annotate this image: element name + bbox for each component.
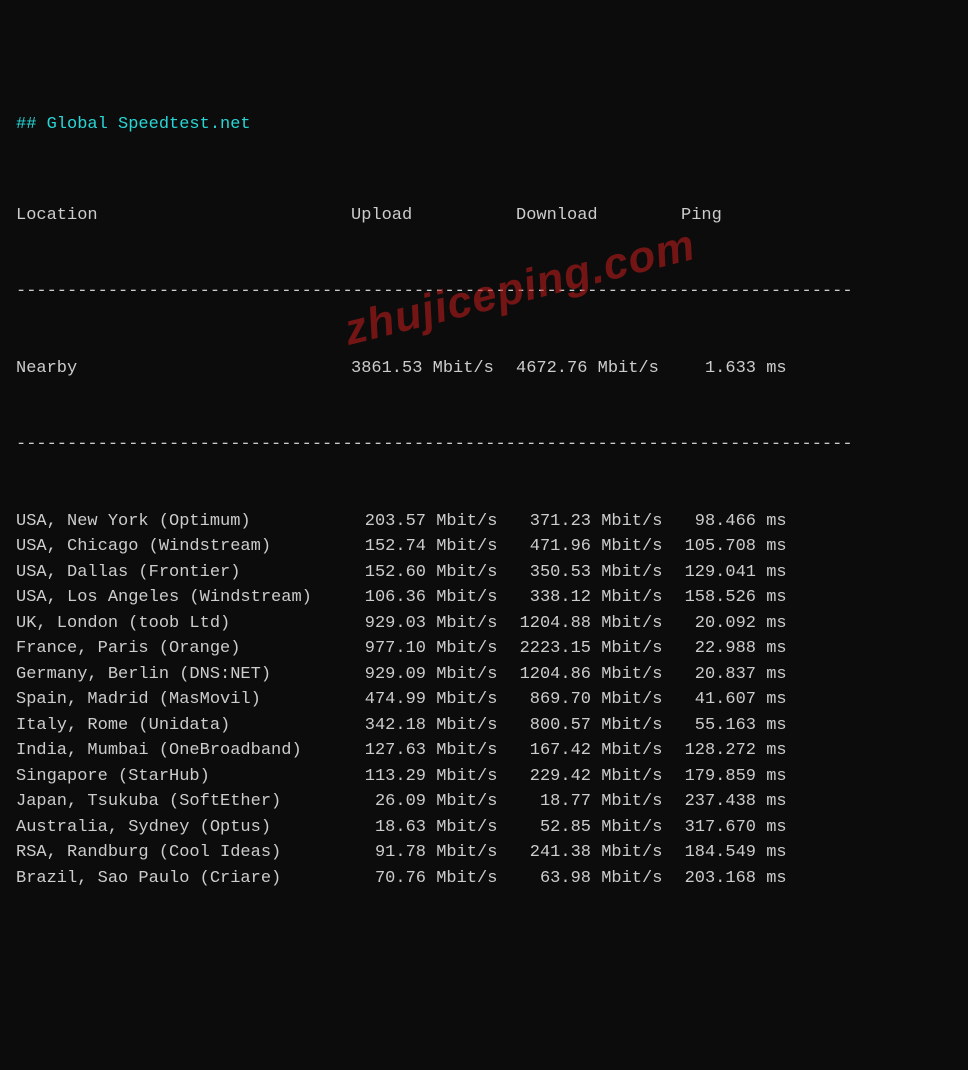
cell-ping: 41.607 ms (681, 687, 787, 713)
cell-upload: 152.74 Mbit/s (351, 534, 516, 560)
cell-download: 800.57 Mbit/s (516, 713, 681, 739)
cell-download: 18.77 Mbit/s (516, 789, 681, 815)
cell-upload: 127.63 Mbit/s (351, 738, 516, 764)
cell-upload: 91.78 Mbit/s (351, 840, 516, 866)
table-row: Australia, Sydney (Optus)18.63 Mbit/s52.… (16, 815, 952, 841)
cell-upload: 474.99 Mbit/s (351, 687, 516, 713)
cell-upload: 929.03 Mbit/s (351, 611, 516, 637)
nearby-ping: 1.633 ms (681, 356, 787, 382)
cell-location: Australia, Sydney (Optus) (16, 815, 351, 841)
cell-download: 371.23 Mbit/s (516, 509, 681, 535)
table-row: Spain, Madrid (MasMovil)474.99 Mbit/s869… (16, 687, 952, 713)
cell-ping: 128.272 ms (681, 738, 787, 764)
cell-download: 1204.86 Mbit/s (516, 662, 681, 688)
cell-ping: 98.466 ms (681, 509, 787, 535)
divider: ----------------------------------------… (16, 432, 952, 458)
header-row: Location Upload Download Ping (16, 203, 952, 229)
cell-ping: 179.859 ms (681, 764, 787, 790)
table-row: Japan, Tsukuba (SoftEther)26.09 Mbit/s18… (16, 789, 952, 815)
nearby-row: Nearby 3861.53 Mbit/s 4672.76 Mbit/s 1.6… (16, 356, 952, 382)
table-row: Italy, Rome (Unidata)342.18 Mbit/s800.57… (16, 713, 952, 739)
cell-download: 52.85 Mbit/s (516, 815, 681, 841)
cell-download: 229.42 Mbit/s (516, 764, 681, 790)
cell-download: 63.98 Mbit/s (516, 866, 681, 892)
table-row: UK, London (toob Ltd)929.03 Mbit/s1204.8… (16, 611, 952, 637)
cell-location: USA, Chicago (Windstream) (16, 534, 351, 560)
cell-location: UK, London (toob Ltd) (16, 611, 351, 637)
cell-ping: 20.837 ms (681, 662, 787, 688)
page-title: ## Global Speedtest.net (16, 112, 952, 138)
cell-upload: 18.63 Mbit/s (351, 815, 516, 841)
nearby-download: 4672.76 Mbit/s (516, 356, 681, 382)
cell-upload: 977.10 Mbit/s (351, 636, 516, 662)
header-location: Location (16, 203, 351, 229)
table-row: Germany, Berlin (DNS:NET)929.09 Mbit/s12… (16, 662, 952, 688)
cell-upload: 113.29 Mbit/s (351, 764, 516, 790)
cell-ping: 317.670 ms (681, 815, 787, 841)
table-row: USA, New York (Optimum)203.57 Mbit/s371.… (16, 509, 952, 535)
cell-location: India, Mumbai (OneBroadband) (16, 738, 351, 764)
table-row: India, Mumbai (OneBroadband)127.63 Mbit/… (16, 738, 952, 764)
cell-ping: 158.526 ms (681, 585, 787, 611)
header-ping: Ping (681, 203, 722, 229)
cell-location: Japan, Tsukuba (SoftEther) (16, 789, 351, 815)
table-row: Brazil, Sao Paulo (Criare)70.76 Mbit/s63… (16, 866, 952, 892)
table-row: France, Paris (Orange)977.10 Mbit/s2223.… (16, 636, 952, 662)
cell-upload: 929.09 Mbit/s (351, 662, 516, 688)
cell-download: 869.70 Mbit/s (516, 687, 681, 713)
cell-upload: 203.57 Mbit/s (351, 509, 516, 535)
divider: ----------------------------------------… (16, 279, 952, 305)
cell-location: USA, Dallas (Frontier) (16, 560, 351, 586)
cell-upload: 342.18 Mbit/s (351, 713, 516, 739)
cell-ping: 203.168 ms (681, 866, 787, 892)
table-row: Singapore (StarHub)113.29 Mbit/s229.42 M… (16, 764, 952, 790)
cell-location: USA, New York (Optimum) (16, 509, 351, 535)
cell-download: 338.12 Mbit/s (516, 585, 681, 611)
cell-location: Spain, Madrid (MasMovil) (16, 687, 351, 713)
cell-download: 241.38 Mbit/s (516, 840, 681, 866)
cell-download: 2223.15 Mbit/s (516, 636, 681, 662)
header-download: Download (516, 203, 681, 229)
cell-download: 471.96 Mbit/s (516, 534, 681, 560)
cell-location: Germany, Berlin (DNS:NET) (16, 662, 351, 688)
cell-location: USA, Los Angeles (Windstream) (16, 585, 351, 611)
cell-ping: 129.041 ms (681, 560, 787, 586)
cell-ping: 55.163 ms (681, 713, 787, 739)
cell-ping: 22.988 ms (681, 636, 787, 662)
cell-location: France, Paris (Orange) (16, 636, 351, 662)
table-row: USA, Chicago (Windstream)152.74 Mbit/s47… (16, 534, 952, 560)
header-upload: Upload (351, 203, 516, 229)
cell-download: 1204.88 Mbit/s (516, 611, 681, 637)
table-row: USA, Los Angeles (Windstream)106.36 Mbit… (16, 585, 952, 611)
cell-upload: 26.09 Mbit/s (351, 789, 516, 815)
cell-upload: 152.60 Mbit/s (351, 560, 516, 586)
cell-ping: 184.549 ms (681, 840, 787, 866)
table-row: RSA, Randburg (Cool Ideas)91.78 Mbit/s24… (16, 840, 952, 866)
table-row: USA, Dallas (Frontier)152.60 Mbit/s350.5… (16, 560, 952, 586)
cell-upload: 70.76 Mbit/s (351, 866, 516, 892)
cell-ping: 105.708 ms (681, 534, 787, 560)
results-table: USA, New York (Optimum)203.57 Mbit/s371.… (16, 509, 952, 892)
cell-location: RSA, Randburg (Cool Ideas) (16, 840, 351, 866)
cell-ping: 20.092 ms (681, 611, 787, 637)
cell-download: 167.42 Mbit/s (516, 738, 681, 764)
cell-location: Italy, Rome (Unidata) (16, 713, 351, 739)
nearby-upload: 3861.53 Mbit/s (351, 356, 516, 382)
cell-location: Singapore (StarHub) (16, 764, 351, 790)
cell-ping: 237.438 ms (681, 789, 787, 815)
nearby-location: Nearby (16, 356, 351, 382)
cell-upload: 106.36 Mbit/s (351, 585, 516, 611)
cell-location: Brazil, Sao Paulo (Criare) (16, 866, 351, 892)
cell-download: 350.53 Mbit/s (516, 560, 681, 586)
